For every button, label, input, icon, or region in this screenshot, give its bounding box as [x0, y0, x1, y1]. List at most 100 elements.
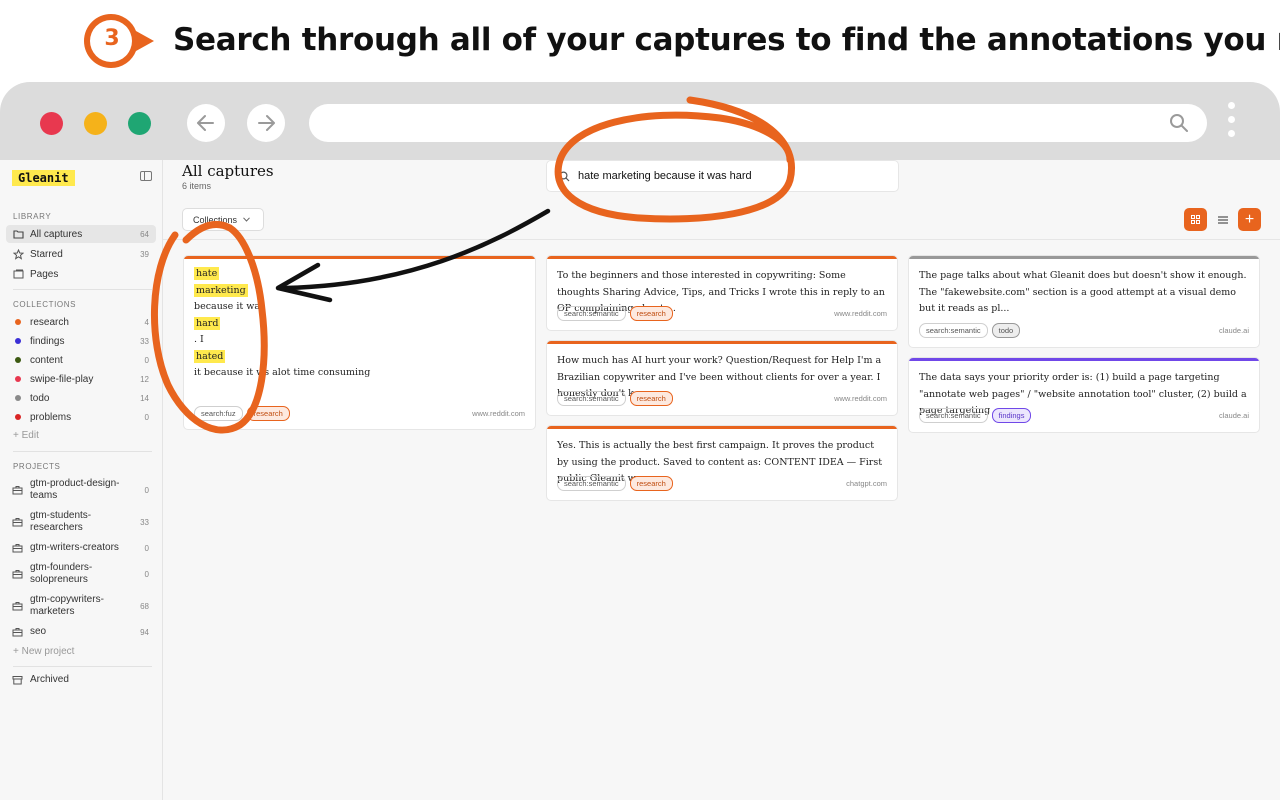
back-button[interactable] [187, 104, 225, 142]
sidebar-item-label: Pages [30, 268, 59, 280]
project-count: 94 [140, 627, 149, 637]
maximize-window-button[interactable] [128, 112, 151, 135]
grid-icon [1191, 215, 1200, 224]
star-icon [12, 248, 24, 260]
project-item[interactable]: seo 94 [6, 626, 156, 638]
search-type-chip[interactable]: search:fuz [194, 406, 243, 421]
collection-color-dot [15, 376, 21, 382]
sidebar: Gleanit LIBRARY All captures 64 Starred … [0, 160, 163, 800]
divider [13, 451, 152, 452]
search-icon[interactable] [1169, 113, 1189, 133]
project-item[interactable]: gtm-writers-creators 0 [6, 542, 156, 554]
capture-card[interactable]: Yes. This is actually the best first cam… [546, 425, 898, 501]
capture-card[interactable]: hate marketing because it wa hard . I ha… [183, 255, 536, 430]
card-accent [547, 256, 897, 259]
sidebar-item-archived[interactable]: Archived [6, 674, 156, 686]
capture-card[interactable]: How much has AI hurt your work? Question… [546, 340, 898, 416]
edit-collections-link[interactable]: + Edit [13, 430, 39, 441]
collection-findings[interactable]: findings 33 [6, 332, 156, 350]
list-icon [1217, 215, 1228, 224]
collection-color-dot [15, 395, 21, 401]
search-type-chip[interactable]: search:semantic [919, 323, 988, 338]
capture-card[interactable]: The page talks about what Gleanit does b… [908, 255, 1260, 348]
project-count: 0 [144, 543, 149, 553]
capture-card[interactable]: To the beginners and those interested in… [546, 255, 898, 331]
search-type-chip[interactable]: search:semantic [557, 391, 626, 406]
source-domain: www.reddit.com [834, 394, 887, 403]
minimize-window-button[interactable] [84, 112, 107, 135]
sidebar-item-pages[interactable]: Pages [6, 265, 156, 283]
collection-color-dot [15, 338, 21, 344]
project-count: 68 [140, 601, 149, 611]
source-domain: claude.ai [1218, 411, 1249, 420]
sidebar-item-starred[interactable]: Starred 39 [6, 245, 156, 263]
card-text-fragment: s alot time consuming [264, 367, 371, 378]
search-input[interactable]: hate marketing because it was hard [546, 160, 899, 192]
arrow-right-icon [258, 115, 275, 131]
arrow-left-icon [197, 115, 214, 131]
card-text-fragment: it because it w [194, 367, 265, 378]
forward-button[interactable] [247, 104, 285, 142]
grid-view-button[interactable] [1184, 208, 1207, 231]
sidebar-item-all-captures[interactable]: All captures 64 [6, 225, 156, 243]
browser-toolbar [0, 82, 1280, 160]
page: 3 Search through all of your captures to… [0, 0, 1280, 800]
archive-icon [12, 675, 24, 685]
divider [13, 666, 152, 667]
collection-chip[interactable]: research [629, 306, 673, 321]
collection-chip[interactable]: findings [991, 408, 1032, 423]
list-view-button[interactable] [1211, 208, 1234, 231]
project-item[interactable]: gtm-copywriters-marketers 68 [6, 594, 156, 618]
briefcase-icon [12, 485, 24, 495]
search-icon [559, 171, 570, 182]
search-type-chip[interactable]: search:semantic [557, 476, 626, 491]
address-bar[interactable] [309, 104, 1207, 142]
app-logo[interactable]: Gleanit [12, 170, 75, 186]
collection-count: 14 [140, 393, 149, 403]
projects-label: PROJECTS [13, 462, 61, 471]
collection-content[interactable]: content 0 [6, 351, 156, 369]
collection-chip[interactable]: research [246, 406, 290, 421]
add-capture-button[interactable]: + [1238, 208, 1261, 231]
page-title: All captures [182, 162, 274, 180]
project-label: seo [30, 626, 47, 637]
collection-todo[interactable]: todo 14 [6, 389, 156, 407]
item-count: 6 items [182, 181, 212, 191]
collection-count: 0 [144, 355, 149, 365]
chevron-down-icon [243, 217, 250, 222]
search-type-chip[interactable]: search:semantic [557, 306, 626, 321]
capture-card[interactable]: The data says your priority order is: (1… [908, 357, 1260, 433]
collection-label: findings [30, 335, 65, 347]
collection-research[interactable]: research 4 [6, 313, 156, 331]
card-accent [547, 341, 897, 344]
search-query: hate marketing because it was hard [578, 170, 752, 182]
new-project-link[interactable]: + New project [13, 646, 74, 657]
project-item[interactable]: gtm-founders-solopreneurs 0 [6, 562, 156, 586]
pages-icon [12, 268, 24, 280]
search-highlight: hate [194, 267, 220, 280]
collection-chip[interactable]: research [629, 476, 673, 491]
collection-problems[interactable]: problems 0 [6, 408, 156, 426]
sidebar-item-label: Starred [30, 248, 63, 260]
collection-count: 12 [140, 374, 149, 384]
project-count: 0 [144, 485, 149, 495]
collection-color-dot [15, 414, 21, 420]
collections-dropdown[interactable]: Collections [182, 208, 264, 231]
collection-label: swipe-file-play [30, 373, 94, 385]
collection-count: 0 [144, 412, 149, 422]
collection-chip[interactable]: todo [991, 323, 1021, 338]
close-window-button[interactable] [40, 112, 63, 135]
briefcase-icon [12, 601, 24, 611]
source-domain: chatgpt.com [846, 479, 887, 488]
sidebar-toggle-icon[interactable] [140, 171, 152, 181]
collection-chip[interactable]: research [629, 391, 673, 406]
headline: Search through all of your captures to f… [173, 22, 1280, 58]
kebab-menu-icon[interactable] [1228, 102, 1236, 146]
card-accent [547, 426, 897, 429]
project-item[interactable]: gtm-product-design-teams 0 [6, 478, 156, 502]
project-label: gtm-founders-solopreneurs [30, 562, 93, 585]
search-type-chip[interactable]: search:semantic [919, 408, 988, 423]
collection-label: research [30, 316, 69, 328]
project-item[interactable]: gtm-students-researchers 33 [6, 510, 156, 534]
collection-swipe-file-play[interactable]: swipe-file-play 12 [6, 370, 156, 388]
